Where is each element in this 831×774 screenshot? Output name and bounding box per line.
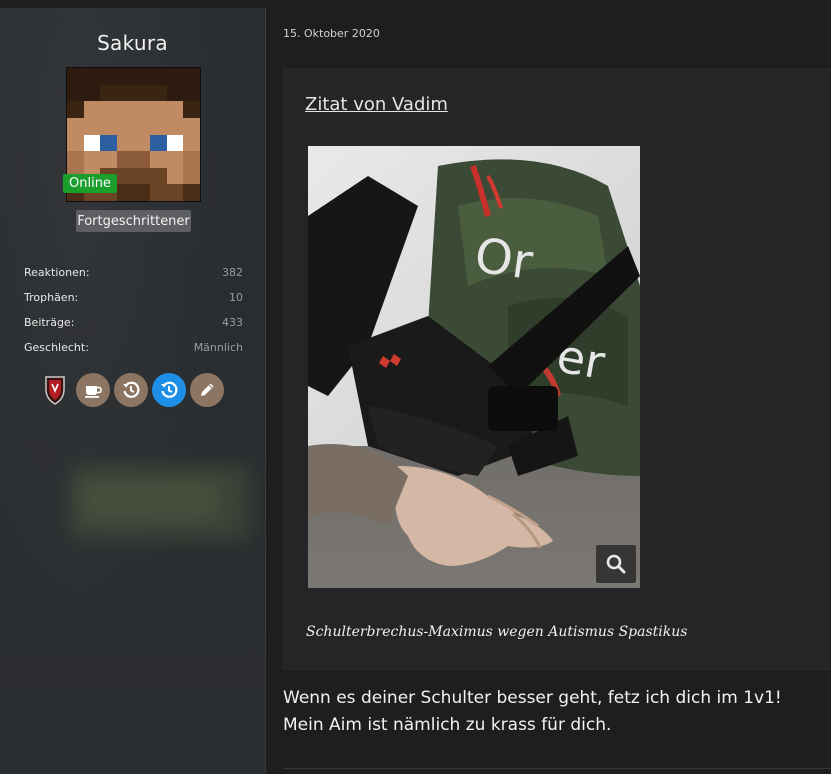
avatar[interactable]: Online [63,67,201,202]
avatar-pixel [133,101,151,118]
avatar-pixel [100,101,117,118]
pencil-icon[interactable] [190,373,224,407]
avatar-pixel [67,151,84,168]
avatar-pixel [116,117,134,135]
user-badges [40,372,224,408]
avatar-pixel [150,134,167,152]
stat-label: Beiträge: [24,316,75,329]
stat-value[interactable]: 382 [222,266,243,279]
avatar-pixel [83,134,101,152]
avatar-pixel [183,101,200,118]
coffee-icon[interactable] [76,373,110,407]
avatar-pixel [166,151,184,168]
stat-row-posts: Beiträge: 433 [24,310,243,335]
post-line: Mein Aim ist nämlich zu krass für dich. [283,715,612,735]
avatar-pixel [116,101,134,118]
stat-value[interactable]: 433 [222,316,243,329]
avatar-pixel [133,117,151,135]
avatar-pixel [67,84,84,102]
avatar-pixel [183,84,200,102]
avatar-pixel [116,68,134,85]
avatar-pixel [83,68,101,85]
avatar-pixel [67,68,84,85]
avatar-pixel [150,167,167,185]
quoted-photo[interactable]: Or ver [308,146,640,588]
avatar-pixel [116,151,134,168]
quote-source-link[interactable]: Zitat von Vadim [305,94,448,115]
stat-row-trophies: Trophäen: 10 [24,285,243,310]
avatar-pixel [100,117,117,135]
post-line: Wenn es deiner Schulter besser geht, fet… [283,688,782,708]
post-divider [283,768,831,769]
stat-row-reactions: Reaktionen: 382 [24,260,243,285]
zoom-icon[interactable] [596,545,636,583]
avatar-pixel [67,117,84,135]
avatar-pixel [150,68,167,85]
stat-label: Geschlecht: [24,341,89,354]
avatar-pixel [100,84,117,102]
username[interactable]: Sakura [0,31,265,55]
avatar-pixel [133,84,151,102]
stat-label: Trophäen: [24,291,79,304]
blurred-banner-highlight [80,480,220,520]
online-badge: Online [63,174,117,193]
svg-text:Or: Or [471,227,536,290]
user-sidebar: Sakura Online Fortgeschrittener Reaktion… [0,8,266,774]
avatar-pixel [166,184,184,201]
avatar-pixel [67,134,84,152]
avatar-pixel [116,184,134,201]
post-date[interactable]: 15. Oktober 2020 [283,27,380,40]
user-stats: Reaktionen: 382 Trophäen: 10 Beiträge: 4… [24,260,243,360]
quote-block: Zitat von Vadim Or ver Schulterbrechus-M… [283,68,831,670]
stat-row-gender: Geschlecht: Männlich [24,335,243,360]
avatar-pixel [183,134,200,152]
avatar-pixel [166,134,184,152]
avatar-pixel [83,151,101,168]
stat-label: Reaktionen: [24,266,90,279]
avatar-pixel [116,134,134,152]
history-icon-active[interactable] [152,373,186,407]
avatar-pixel [183,151,200,168]
quote-caption: Schulterbrechus-Maximus wegen Autismus S… [306,624,688,640]
avatar-pixel [183,68,200,85]
avatar-pixel [150,151,167,168]
avatar-pixel [133,134,151,152]
avatar-pixel [133,151,151,168]
avatar-pixel [150,84,167,102]
avatar-pixel [100,68,117,85]
avatar-pixel [133,184,151,201]
avatar-pixel [116,84,134,102]
avatar-pixel [83,84,101,102]
avatar-pixel [83,101,101,118]
avatar-pixel [166,101,184,118]
avatar-pixel [166,117,184,135]
avatar-pixel [100,151,117,168]
avatar-pixel [133,167,151,185]
post-content: 15. Oktober 2020 Zitat von Vadim Or ver … [266,8,831,774]
avatar-pixel [166,84,184,102]
avatar-pixel [183,167,200,185]
avatar-pixel [150,117,167,135]
avatar-pixel [183,117,200,135]
avatar-pixel [166,167,184,185]
stat-value[interactable]: 10 [229,291,243,304]
avatar-pixel [183,184,200,201]
avatar-pixel [150,101,167,118]
avatar-pixel [83,117,101,135]
avatar-pixel [116,167,134,185]
history-icon[interactable] [114,373,148,407]
avatar-pixel [133,68,151,85]
post-body: Wenn es deiner Schulter besser geht, fet… [283,685,782,739]
avatar-pixel [67,101,84,118]
clan-shield-icon[interactable] [40,373,70,407]
avatar-pixel [100,134,117,152]
stat-value: Männlich [193,341,243,354]
rank-badge: Fortgeschrittener [76,210,191,232]
avatar-pixel [166,68,184,85]
avatar-pixel [150,184,167,201]
